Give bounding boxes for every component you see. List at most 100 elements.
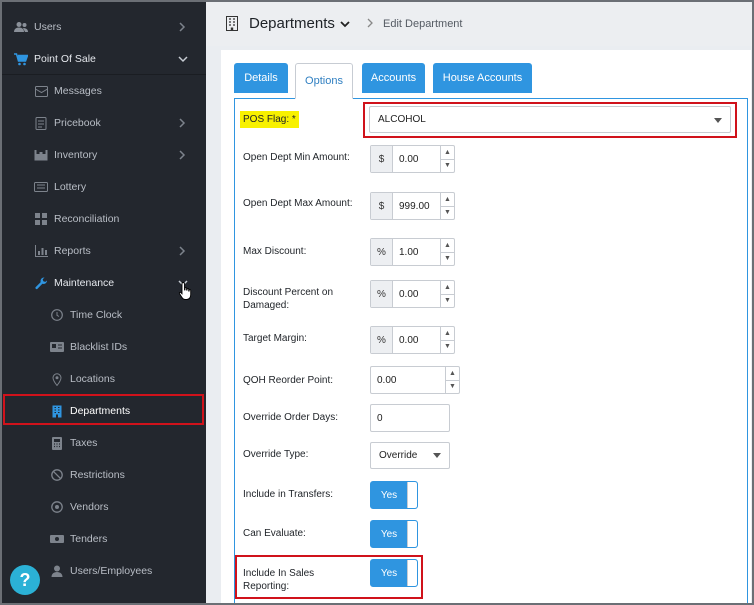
spin-up-icon[interactable]: ▲ [441,193,454,207]
spin-down-icon[interactable]: ▼ [441,160,454,173]
discount-damaged-field[interactable]: % 0.00 ▲ ▼ [370,280,455,308]
sidebar-item-label: Restrictions [70,469,125,481]
override-type-select[interactable]: Override [370,442,450,469]
breadcrumb: Edit Department [383,18,463,30]
caret-down-icon [433,453,441,458]
spin-up-icon[interactable]: ▲ [441,327,454,341]
chevron-down-icon[interactable] [340,19,350,29]
sidebar-item-locations[interactable]: Locations [2,363,206,395]
sidebar-item-vendors[interactable]: Vendors [2,491,206,523]
tab-accounts[interactable]: Accounts [362,63,425,93]
spin-up-icon[interactable]: ▲ [441,281,454,295]
sidebar-item-label: Pricebook [54,117,101,129]
sidebar-item-point-of-sale[interactable]: Point Of Sale [2,43,206,75]
sidebar-item-pricebook[interactable]: Pricebook [2,107,206,139]
tab-label: Details [244,72,278,84]
override-type-label: Override Type: [243,449,309,460]
question-mark-icon: ? [19,569,31,590]
toggle-knob [407,521,417,547]
sidebar-item-taxes[interactable]: Taxes [2,427,206,459]
spin-down-icon[interactable]: ▼ [441,295,454,308]
open-dept-min-value: 0.00 [399,153,419,165]
open-dept-max-label: Open Dept Max Amount: [243,198,353,209]
breadcrumb-separator-icon [366,18,374,28]
wrench-icon [34,276,48,290]
spin-down-icon[interactable]: ▼ [446,381,459,394]
dollar-addon: $ [371,193,393,219]
chevron-right-icon [178,22,186,32]
sidebar-item-inventory[interactable]: Inventory [2,139,206,171]
sidebar-item-users[interactable]: Users [2,11,206,43]
sidebar-item-label: Time Clock [70,309,123,321]
users-icon [14,20,28,34]
sidebar-item-label: Departments [70,405,131,417]
sidebar-item-label: Tenders [70,533,108,545]
sidebar-item-label: Vendors [70,501,109,513]
sidebar-item-reports[interactable]: Reports [2,235,206,267]
pos-flag-select[interactable]: ALCOHOL [369,106,731,133]
open-dept-min-field[interactable]: $ 0.00 ▲ ▼ [370,145,455,173]
spinner[interactable]: ▲ ▼ [440,281,454,307]
sidebar-item-label: Blacklist IDs [70,341,128,353]
sidebar-item-messages[interactable]: Messages [2,75,206,107]
discount-damaged-value: 0.00 [399,288,419,300]
building-icon [226,16,238,31]
chevron-right-icon [178,150,186,160]
target-margin-field[interactable]: % 0.00 ▲ ▼ [370,326,455,354]
spinner[interactable]: ▲ ▼ [440,239,454,265]
spinner[interactable]: ▲ ▼ [440,327,454,353]
can-evaluate-toggle[interactable]: Yes [370,520,418,548]
messages-icon [34,84,48,98]
sidebar-item-restrictions[interactable]: Restrictions [2,459,206,491]
sidebar-item-time-clock[interactable]: Time Clock [2,299,206,331]
target-margin-label: Target Margin: [243,333,307,344]
open-dept-max-value: 999.00 [399,200,430,212]
spin-down-icon[interactable]: ▼ [441,207,454,220]
tab-label: Options [305,75,343,87]
spin-up-icon[interactable]: ▲ [446,367,459,381]
sidebar-item-lottery[interactable]: Lottery [2,171,206,203]
chevron-down-icon [178,54,188,64]
spin-down-icon[interactable]: ▼ [441,341,454,354]
help-button[interactable]: ? [10,565,40,595]
tab-house-accounts[interactable]: House Accounts [433,63,532,93]
include-sales-toggle[interactable]: Yes [370,559,418,587]
ban-icon [50,468,64,482]
spin-down-icon[interactable]: ▼ [441,253,454,266]
spin-up-icon[interactable]: ▲ [441,239,454,253]
qoh-reorder-label: QOH Reorder Point: [243,375,334,386]
clock-icon [50,308,64,322]
open-dept-max-field[interactable]: $ 999.00 ▲ ▼ [370,192,455,220]
sidebar-item-label: Inventory [54,149,98,161]
qoh-reorder-field[interactable]: 0.00 ▲ ▼ [370,366,460,394]
toggle-on-label: Yes [380,489,398,501]
spinner[interactable]: ▲ ▼ [445,367,459,393]
spin-up-icon[interactable]: ▲ [441,146,454,160]
qoh-reorder-value: 0.00 [377,374,397,386]
page-header: Departments Edit Department [206,2,752,46]
sidebar-item-blacklist-ids[interactable]: Blacklist IDs [2,331,206,363]
sidebar: Users Point Of Sale Messages Pricebook I… [2,2,206,603]
page-title: Departments [249,15,335,32]
max-discount-label: Max Discount: [243,246,307,257]
tab-details[interactable]: Details [234,63,288,93]
sidebar-item-tenders[interactable]: Tenders [2,523,206,555]
tab-options[interactable]: Options [295,63,353,99]
cart-icon [14,52,28,66]
user-icon [50,564,64,578]
include-transfers-toggle[interactable]: Yes [370,481,418,509]
can-evaluate-label: Can Evaluate: [243,528,306,539]
override-days-field[interactable]: 0 [370,404,450,432]
max-discount-field[interactable]: % 1.00 ▲ ▼ [370,238,455,266]
spinner[interactable]: ▲ ▼ [440,146,454,172]
sidebar-item-label: Messages [54,85,102,97]
sidebar-item-label: Lottery [54,181,87,193]
sidebar-item-reconciliation[interactable]: Reconciliation [2,203,206,235]
building-icon [50,404,64,418]
sidebar-item-maintenance[interactable]: Maintenance [2,267,206,299]
spinner[interactable]: ▲ ▼ [440,193,454,219]
override-days-value: 0 [377,412,383,424]
inventory-icon [34,148,48,162]
sidebar-item-departments[interactable]: Departments [2,395,206,427]
percent-addon: % [371,239,393,265]
